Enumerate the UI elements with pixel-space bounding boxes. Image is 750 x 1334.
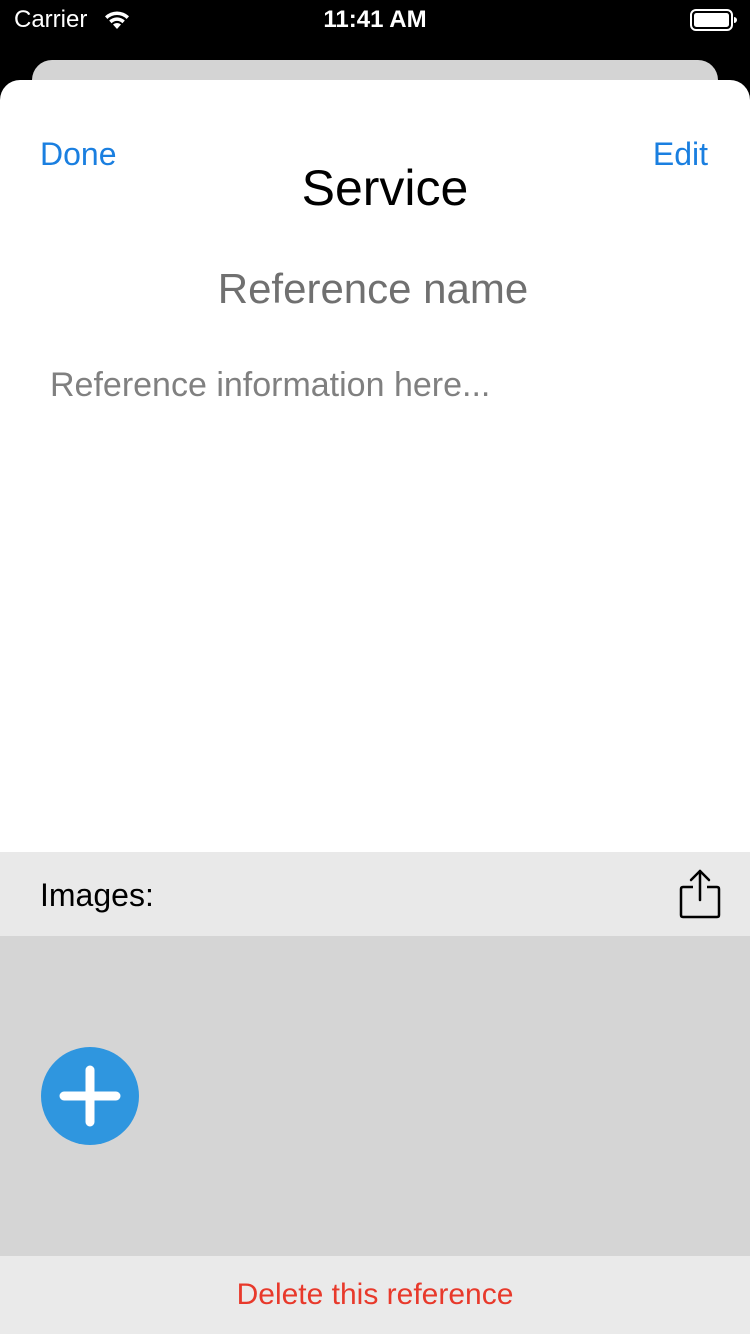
- reference-sheet: Done Edit Service Reference name Referen…: [0, 80, 750, 1334]
- reference-info-field[interactable]: Reference information here...: [50, 364, 700, 844]
- battery-icon: [690, 9, 738, 36]
- page-title: Service: [301, 160, 469, 216]
- images-label: Images:: [40, 877, 154, 913]
- delete-reference-button[interactable]: Delete this reference: [0, 1256, 750, 1334]
- reference-name-field[interactable]: Reference name: [0, 264, 746, 314]
- delete-reference-label: Delete this reference: [236, 1278, 514, 1311]
- status-bar: Carrier 11:41 AM: [0, 0, 750, 40]
- images-gallery: [0, 936, 750, 1256]
- add-circle-icon[interactable]: [40, 1046, 140, 1146]
- share-icon[interactable]: [678, 868, 722, 920]
- images-header: Images:: [0, 852, 750, 936]
- status-time: 11:41 AM: [323, 6, 427, 33]
